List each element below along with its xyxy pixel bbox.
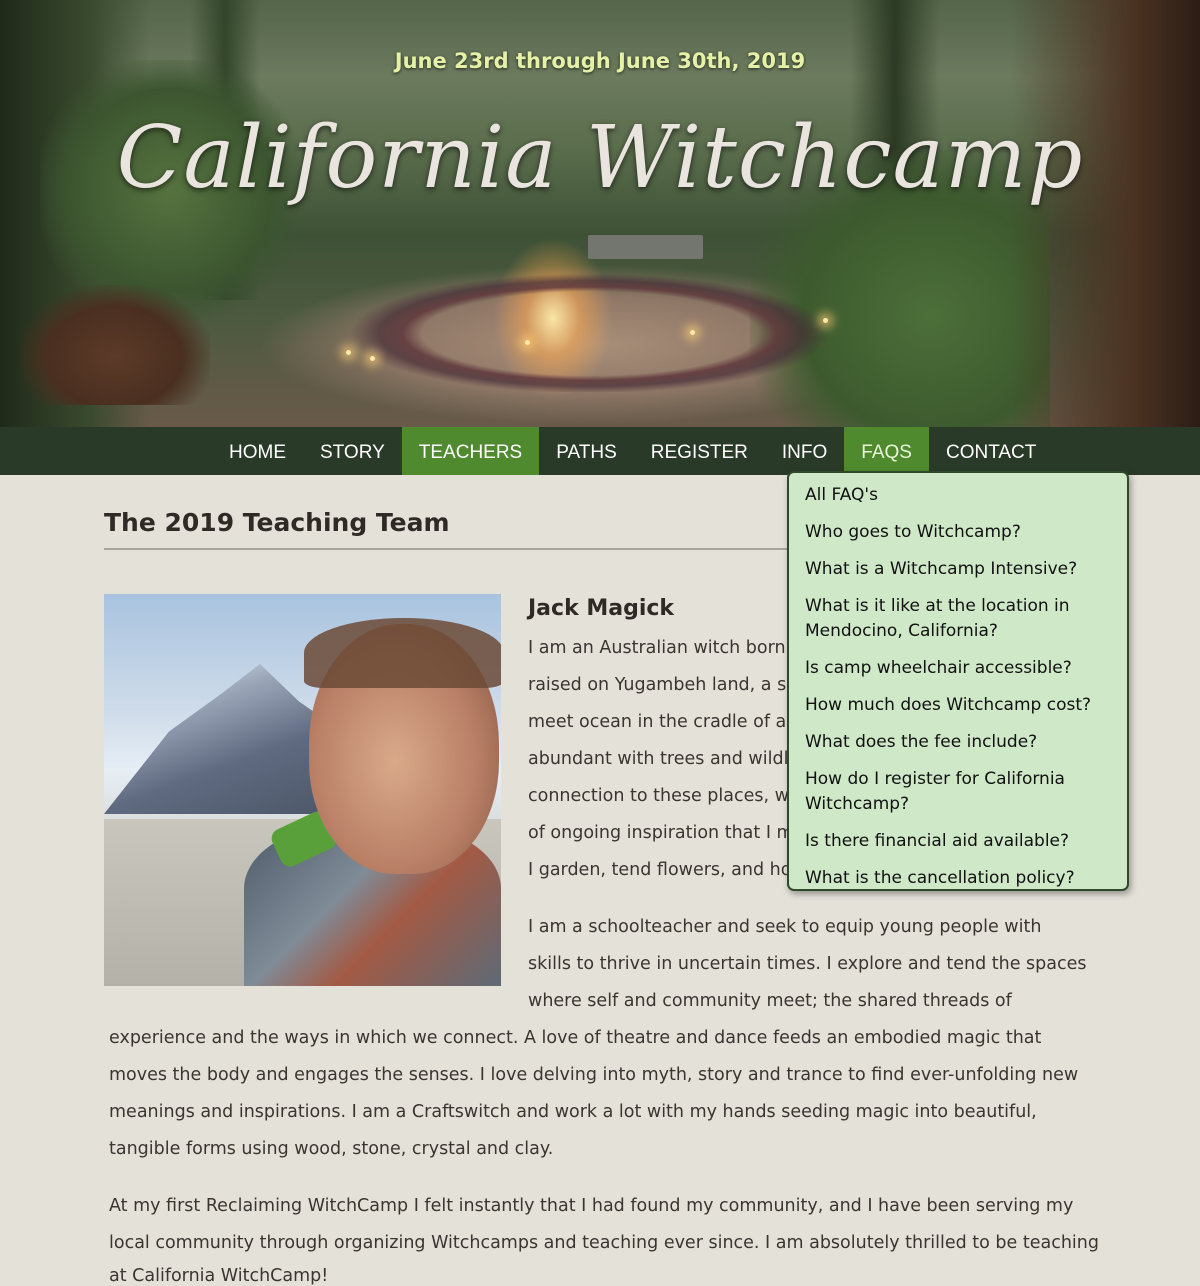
heading-divider [104,548,804,550]
faq-menu-item[interactable]: Is there financial aid available? [805,829,1115,854]
hero-circle-gathering [350,262,830,392]
photo-person-hair [304,618,501,688]
bio-line: where self and community meet; the share… [528,991,1012,1011]
bio-line: raised on Yugambeh land, a sp [528,675,798,695]
bio-line: local community through organizing Witch… [109,1233,1099,1253]
faq-menu-item[interactable]: All FAQ's [805,483,1115,508]
bio-line: abundant with trees and wildl [528,749,789,769]
faq-menu-item[interactable]: How do I register for California Witchca… [805,767,1115,817]
faq-menu-item[interactable]: What does the fee include? [805,730,1115,755]
page-title: The 2019 Teaching Team [104,508,450,537]
nav-home[interactable]: HOME [212,427,303,475]
nav-contact[interactable]: CONTACT [929,427,1053,475]
torch-light [525,340,530,345]
faq-menu-item[interactable]: Is camp wheelchair accessible? [805,656,1115,681]
event-dates: June 23rd through June 30th, 2019 [394,49,806,73]
nav-paths[interactable]: PATHS [539,427,634,475]
bio-line: experience and the ways in which we conn… [109,1028,1042,1048]
nav-info[interactable]: INFO [765,427,844,475]
bio-line: meanings and inspirations. I am a Crafts… [109,1102,1037,1122]
bio-line: tangible forms using wood, stone, crysta… [109,1139,554,1159]
bio-line: at California WitchCamp! [109,1266,329,1286]
bio-line: connection to these places, wh [528,786,801,806]
faq-menu-item[interactable]: What is a Witchcamp Intensive? [805,557,1115,582]
faq-menu-item[interactable]: What is the cancellation policy? [805,866,1115,891]
torch-light [823,318,828,323]
torch-light [370,356,375,361]
hero-cabin [588,235,703,259]
bio-line: I am an Australian witch born [528,638,786,658]
hero-banner: June 23rd through June 30th, 2019 Califo… [0,0,1200,427]
faq-menu-item[interactable]: What is it like at the location in Mendo… [805,594,1115,644]
bio-line: of ongoing inspiration that I m [528,823,794,843]
faq-dropdown-menu: All FAQ's Who goes to Witchcamp? What is… [787,471,1129,891]
bio-line: At my first Reclaiming WitchCamp I felt … [109,1196,1074,1216]
nav-story[interactable]: STORY [303,427,402,475]
site-title-logo[interactable]: California Witchcamp [0,108,1200,208]
torch-light [346,350,351,355]
teacher-photo [104,594,501,986]
teacher-name: Jack Magick [528,596,675,621]
main-navigation: HOME STORY TEACHERS PATHS REGISTER INFO … [0,427,1200,475]
nav-register[interactable]: REGISTER [634,427,765,475]
bio-line: I am a schoolteacher and seek to equip y… [528,917,1042,937]
bio-line: moves the body and engages the senses. I… [109,1065,1079,1085]
nav-teachers[interactable]: TEACHERS [401,427,540,475]
torch-light [690,330,695,335]
nav-faqs[interactable]: FAQS [844,427,929,475]
hero-stumps [20,285,210,405]
faq-menu-item[interactable]: Who goes to Witchcamp? [805,520,1115,545]
bio-line: I garden, tend flowers, and ho [528,860,792,880]
bio-line: meet ocean in the cradle of a l [528,712,797,732]
faq-menu-item[interactable]: How much does Witchcamp cost? [805,693,1115,718]
bio-line: skills to thrive in uncertain times. I e… [528,954,1087,974]
